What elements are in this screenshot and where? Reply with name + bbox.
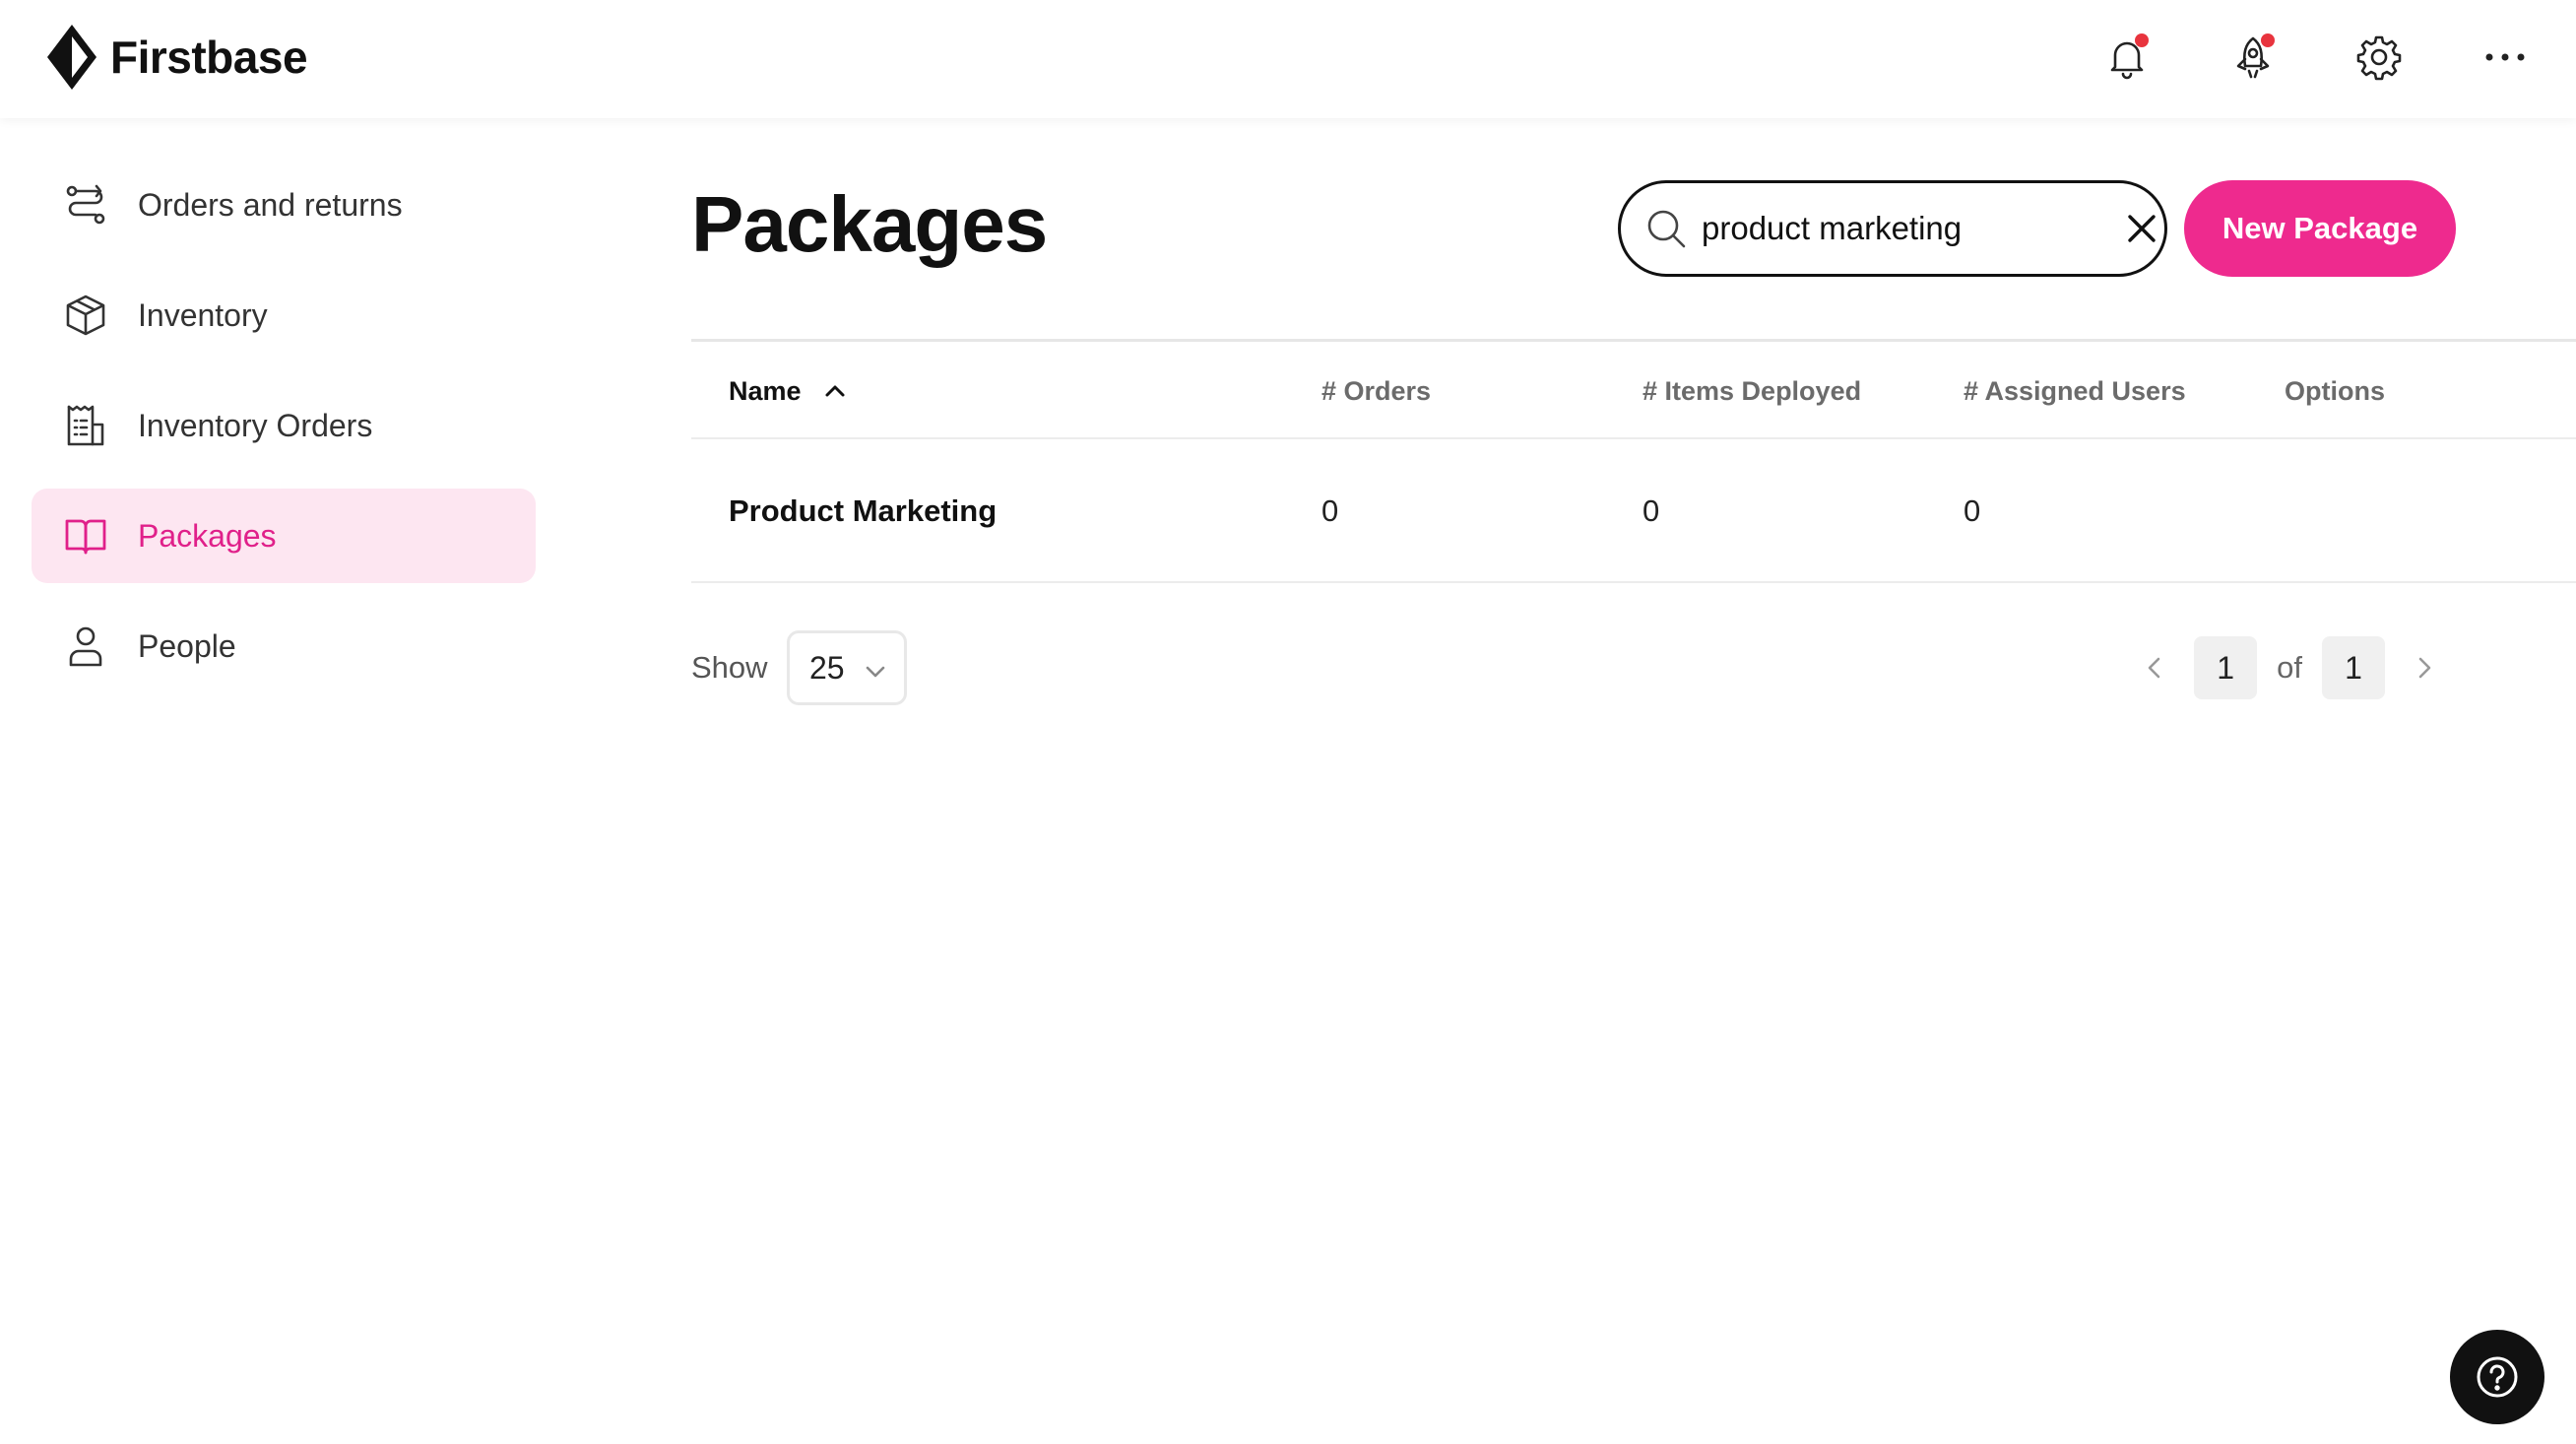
gear-icon xyxy=(2356,35,2402,81)
help-button[interactable] xyxy=(2450,1330,2544,1424)
sidebar-item-packages[interactable]: Packages xyxy=(32,489,536,583)
firstbase-logo-icon xyxy=(47,25,97,90)
pager: 1 of 1 xyxy=(2135,636,2444,699)
previous-page-button[interactable] xyxy=(2135,648,2174,688)
search-icon xyxy=(1647,210,1686,248)
route-icon xyxy=(63,182,108,228)
notification-dot xyxy=(2135,33,2149,47)
chevron-up-icon xyxy=(825,385,845,397)
cell-package-name[interactable]: Product Marketing xyxy=(729,439,997,583)
sidebar-item-label: Orders and returns xyxy=(138,186,403,223)
sidebar-item-label: Inventory Orders xyxy=(138,407,373,443)
page-size-value: 25 xyxy=(809,649,845,686)
more-options-button[interactable] xyxy=(2470,22,2541,93)
column-header-label: # Assigned Users xyxy=(1964,375,2186,406)
sidebar: Orders and returns Inventory Inventory O… xyxy=(32,158,536,709)
top-bar: Firstbase xyxy=(0,0,2576,118)
packages-table: Name # Orders # Items Deployed # Assigne… xyxy=(691,339,2576,583)
app-window: Firstbase Orders and returns Inventory I… xyxy=(0,0,2576,1444)
table-row[interactable]: Product Marketing 0 0 0 xyxy=(691,439,2576,583)
cell-assigned-users: 0 xyxy=(1964,493,1981,528)
top-actions xyxy=(2092,20,2541,95)
more-icon xyxy=(2485,53,2525,61)
pagination-bar: Show 25 1 of 1 xyxy=(691,630,2444,705)
pager-of-label: of xyxy=(2277,650,2302,685)
cell-orders: 0 xyxy=(1321,493,1339,528)
cell-items-deployed: 0 xyxy=(1642,493,1660,528)
column-header-orders[interactable]: # Orders xyxy=(1321,342,1431,440)
column-header-label: # Items Deployed xyxy=(1642,375,1862,406)
brand-name: Firstbase xyxy=(110,32,308,83)
sidebar-item-label: Inventory xyxy=(138,296,268,333)
table-header: Name # Orders # Items Deployed # Assigne… xyxy=(691,339,2576,439)
sidebar-item-label: Packages xyxy=(138,517,277,554)
column-header-label: Name xyxy=(729,375,802,406)
receipt-icon xyxy=(63,403,108,448)
settings-button[interactable] xyxy=(2344,22,2415,93)
notification-dot xyxy=(2261,33,2275,47)
next-page-button[interactable] xyxy=(2405,648,2444,688)
column-header-items-deployed[interactable]: # Items Deployed xyxy=(1642,342,1861,440)
page-size-select[interactable]: 25 xyxy=(787,630,907,705)
show-label: Show xyxy=(691,650,768,685)
search-box[interactable] xyxy=(1618,180,2167,277)
chevron-right-icon xyxy=(2418,657,2431,679)
whats-new-button[interactable] xyxy=(2218,22,2288,93)
notifications-button[interactable] xyxy=(2092,22,2162,93)
column-header-label: # Orders xyxy=(1321,375,1432,406)
column-header-options: Options xyxy=(2285,342,2385,440)
person-icon xyxy=(63,624,108,669)
column-header-name[interactable]: Name xyxy=(729,342,849,440)
chevron-down-icon xyxy=(866,666,885,678)
sidebar-item-orders-and-returns[interactable]: Orders and returns xyxy=(32,158,536,252)
brand-logo[interactable]: Firstbase xyxy=(45,20,308,95)
new-package-button[interactable]: New Package xyxy=(2184,180,2456,277)
box-icon xyxy=(63,293,108,338)
current-page[interactable]: 1 xyxy=(2194,636,2258,699)
sidebar-item-label: People xyxy=(138,627,236,664)
column-header-label: Options xyxy=(2285,375,2385,406)
book-open-icon xyxy=(63,513,108,558)
total-pages: 1 xyxy=(2322,636,2385,699)
help-icon xyxy=(2477,1356,2518,1398)
chevron-left-icon xyxy=(2148,657,2160,679)
search-input[interactable] xyxy=(1702,199,2120,258)
page-title: Packages xyxy=(691,180,1048,268)
close-icon[interactable] xyxy=(2120,207,2163,250)
sidebar-item-inventory-orders[interactable]: Inventory Orders xyxy=(32,378,536,473)
sidebar-item-people[interactable]: People xyxy=(32,599,536,693)
column-header-assigned-users[interactable]: # Assigned Users xyxy=(1964,342,2186,440)
sidebar-item-inventory[interactable]: Inventory xyxy=(32,268,536,362)
